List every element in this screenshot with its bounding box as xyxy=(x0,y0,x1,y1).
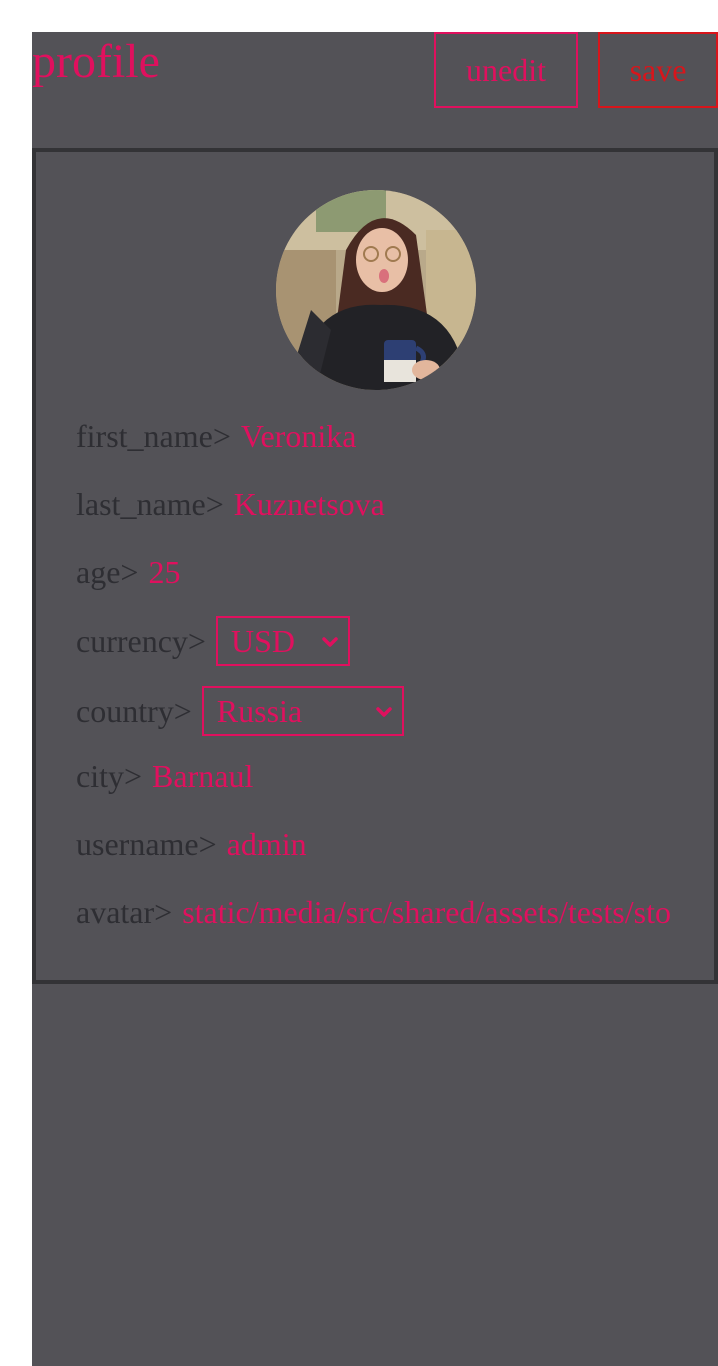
page-title: profile xyxy=(32,35,160,88)
field-separator: > xyxy=(173,693,192,729)
chevron-down-icon xyxy=(376,707,392,717)
field-first-name: first_name > Veronika xyxy=(76,416,356,456)
country-select[interactable]: Russia xyxy=(201,686,404,736)
currency-label: currency xyxy=(76,623,188,659)
field-age: age > 25 xyxy=(76,552,180,592)
country-selected-value: Russia xyxy=(216,693,303,729)
avatar xyxy=(276,190,476,390)
profile-card: first_name > Veronika last_name > Kuznet… xyxy=(32,148,718,984)
field-currency: currency > USD xyxy=(76,616,350,666)
currency-select[interactable]: USD xyxy=(215,616,350,666)
field-separator: > xyxy=(123,758,143,794)
chevron-down-icon xyxy=(322,637,338,647)
first-name-label: first_name xyxy=(76,418,213,454)
field-separator: > xyxy=(187,623,206,659)
username-input[interactable]: admin xyxy=(227,824,307,864)
field-separator: > xyxy=(120,554,139,590)
save-button[interactable]: save xyxy=(598,32,718,108)
field-separator: > xyxy=(205,486,224,522)
country-label: country xyxy=(76,693,174,729)
unedit-button[interactable]: unedit xyxy=(434,32,578,108)
city-label: city xyxy=(76,758,124,794)
currency-selected-value: USD xyxy=(230,623,295,659)
first-name-input[interactable]: Veronika xyxy=(241,416,357,456)
age-label: age xyxy=(76,554,121,590)
username-label: username xyxy=(76,826,199,862)
field-username: username > admin xyxy=(76,824,307,864)
last-name-input[interactable]: Kuznetsova xyxy=(234,484,385,524)
field-last-name: last_name > Kuznetsova xyxy=(76,484,385,524)
profile-header: profile unedit save xyxy=(32,32,718,132)
avatar-label: avatar xyxy=(76,894,155,930)
field-separator: > xyxy=(212,418,231,454)
city-input[interactable]: Barnaul xyxy=(152,756,253,796)
avatar-path-input[interactable]: static/media/src/shared/assets/tests/sto xyxy=(182,892,672,932)
profile-page: profile unedit save first_name > Veronik… xyxy=(32,32,718,1366)
field-city: city > Barnaul xyxy=(76,756,253,796)
field-country: country > Russia xyxy=(76,686,404,736)
avatar-photo xyxy=(276,190,476,390)
field-separator: > xyxy=(198,826,217,862)
field-separator: > xyxy=(154,894,173,930)
field-avatar: avatar > static/media/src/shared/assets/… xyxy=(76,892,672,932)
last-name-label: last_name xyxy=(76,486,206,522)
age-input[interactable]: 25 xyxy=(148,552,180,592)
